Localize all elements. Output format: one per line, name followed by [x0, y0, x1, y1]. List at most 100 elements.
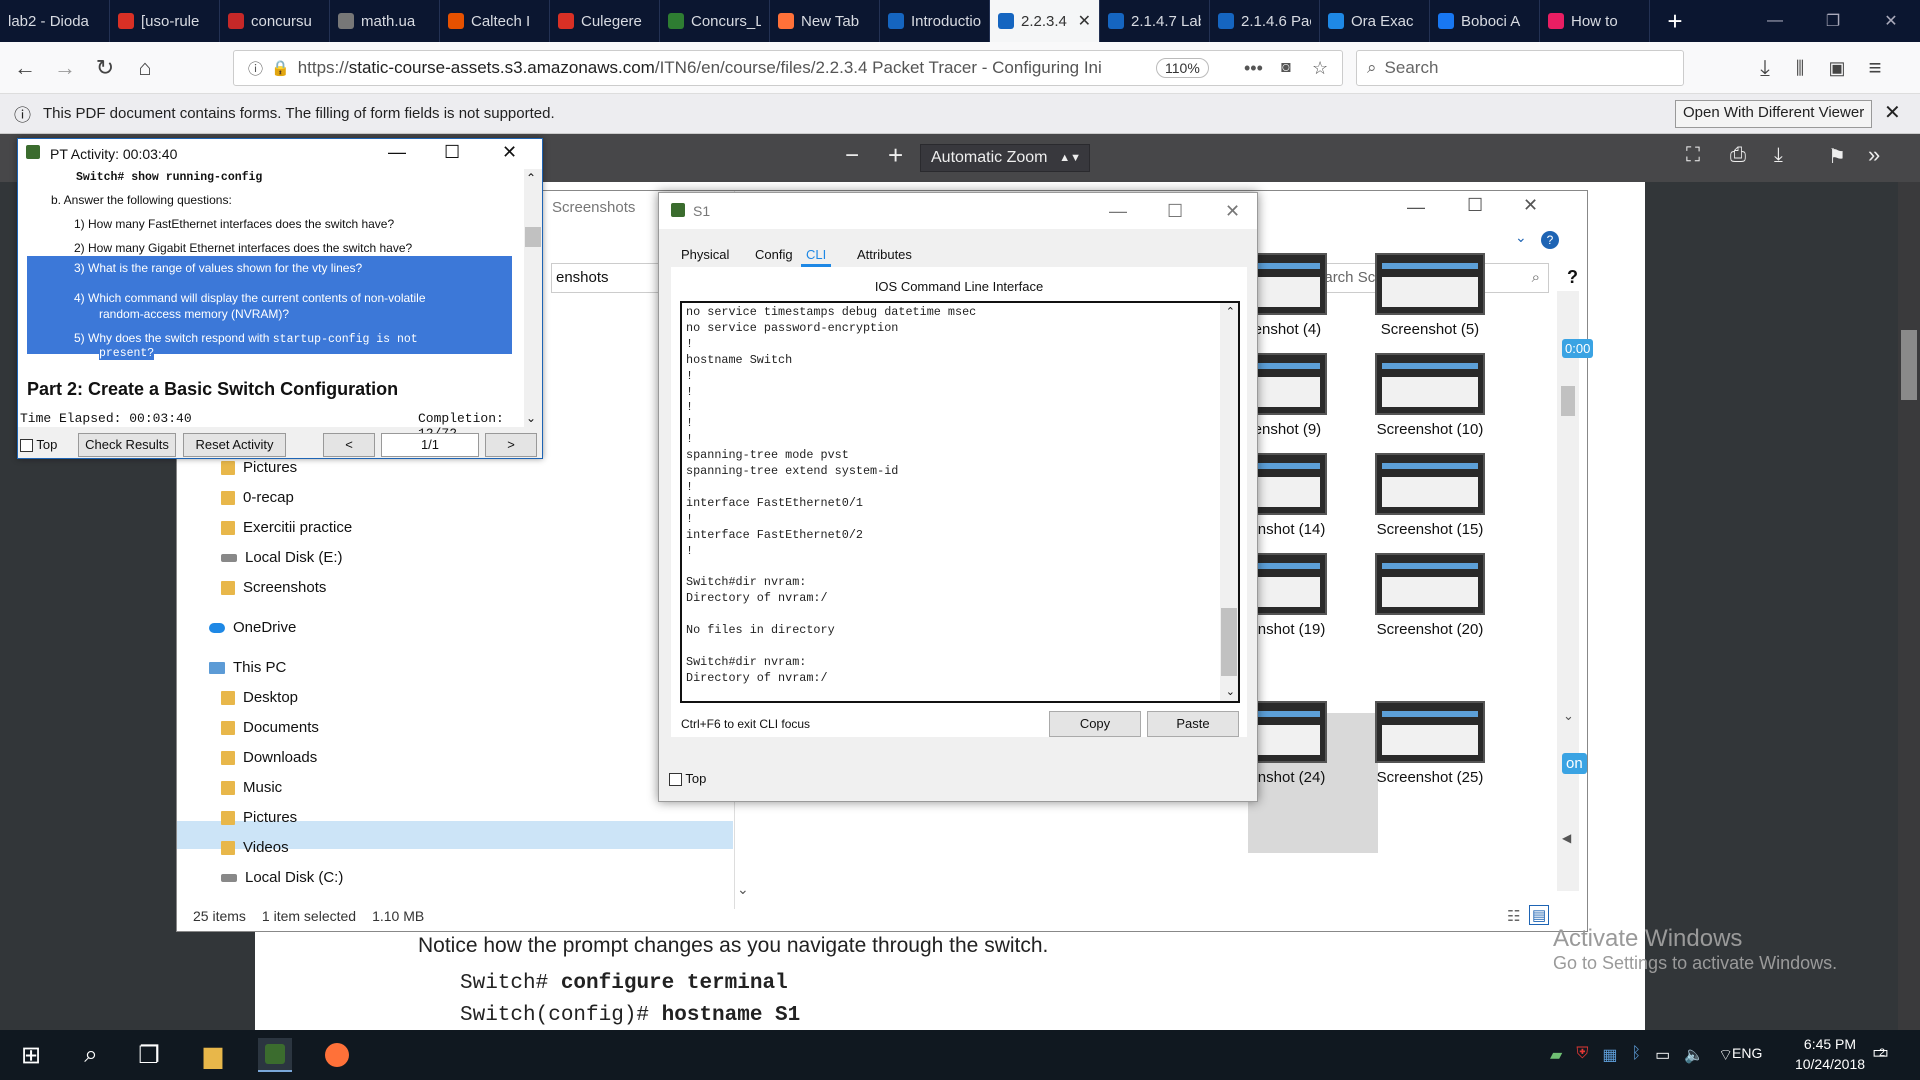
- close-icon[interactable]: ✕: [502, 142, 517, 163]
- help-icon[interactable]: ?: [1567, 267, 1578, 288]
- info-icon[interactable]: ⓘ: [248, 58, 263, 79]
- browser-tab[interactable]: New Tab: [770, 0, 880, 42]
- large-icons-view-icon[interactable]: ▤: [1529, 905, 1550, 925]
- browser-tab[interactable]: Caltech I: [440, 0, 550, 42]
- tab-attributes[interactable]: Attributes: [857, 247, 912, 262]
- thumbnail-item[interactable]: Screenshot (15): [1365, 453, 1495, 538]
- presentation-icon[interactable]: ⛶: [1686, 144, 1700, 167]
- close-icon[interactable]: ✕: [1523, 195, 1538, 216]
- details-view-icon[interactable]: ☷: [1507, 907, 1520, 925]
- top-checkbox[interactable]: Top: [20, 437, 57, 453]
- pocket-icon[interactable]: ◙: [1281, 59, 1291, 77]
- browser-tab[interactable]: Boboci A: [1430, 0, 1540, 42]
- minimize-icon[interactable]: —: [1109, 201, 1127, 222]
- action-center-icon[interactable]: ▭ 2: [1872, 1042, 1889, 1063]
- tray-icon[interactable]: ▰: [1550, 1045, 1562, 1065]
- thumbnail-item[interactable]: Screenshot (10): [1365, 353, 1495, 438]
- pdf-scrollbar-thumb[interactable]: [1901, 330, 1917, 400]
- top-checkbox[interactable]: Top: [669, 771, 706, 787]
- reset-activity-button[interactable]: Reset Activity: [183, 433, 286, 457]
- network-adapter-icon[interactable]: ▦: [1602, 1045, 1617, 1065]
- zoom-level-badge[interactable]: 110%: [1156, 58, 1209, 78]
- scroll-up-icon[interactable]: ⌃: [526, 171, 536, 185]
- battery-icon[interactable]: ▭: [1655, 1045, 1670, 1065]
- restore-icon[interactable]: ❐: [1804, 0, 1862, 42]
- tab-cli[interactable]: CLI: [801, 247, 832, 267]
- minimize-icon[interactable]: —: [1746, 0, 1804, 42]
- volume-icon[interactable]: 🔈: [1684, 1045, 1704, 1065]
- pdf-scrollbar[interactable]: [1898, 182, 1920, 1030]
- start-icon[interactable]: ⊞: [14, 1038, 48, 1072]
- help-icon[interactable]: ?: [1541, 231, 1559, 249]
- packet-tracer-icon[interactable]: [258, 1038, 292, 1072]
- maximize-icon[interactable]: ☐: [444, 142, 460, 163]
- scroll-down-icon[interactable]: ⌄: [737, 881, 749, 898]
- reload-icon[interactable]: ↻: [90, 54, 120, 82]
- previous-page-button[interactable]: <: [323, 433, 375, 457]
- back-icon[interactable]: ←: [10, 54, 40, 82]
- tree-item[interactable]: Local Disk (E:): [221, 549, 343, 566]
- browser-tab[interactable]: [uso-rule: [110, 0, 220, 42]
- clock[interactable]: 6:45 PM 10/24/2018: [1790, 1034, 1870, 1074]
- zoom-select[interactable]: Automatic Zoom ▲▼: [920, 144, 1090, 172]
- copy-button[interactable]: Copy: [1049, 711, 1141, 737]
- cli-scrollbar-thumb[interactable]: [1221, 608, 1237, 676]
- bookmark-icon[interactable]: ⚑: [1828, 144, 1846, 169]
- instructions-scrollbar[interactable]: [524, 169, 542, 427]
- minimize-icon[interactable]: —: [1407, 197, 1425, 218]
- checkbox-box[interactable]: [669, 773, 682, 787]
- tree-item[interactable]: Pictures: [221, 459, 297, 476]
- close-icon[interactable]: ✕: [1862, 0, 1920, 42]
- page-actions-icon[interactable]: •••: [1244, 58, 1263, 79]
- forward-icon[interactable]: →: [50, 54, 80, 82]
- browser-tab[interactable]: Ora Exac: [1320, 0, 1430, 42]
- browser-tab[interactable]: lab2 - Dioda: [0, 0, 110, 42]
- tree-item[interactable]: Screenshots: [221, 579, 326, 596]
- paste-button[interactable]: Paste: [1147, 711, 1239, 737]
- content-scrollbar-thumb[interactable]: [1561, 386, 1575, 416]
- browser-tab[interactable]: Introduction: [880, 0, 990, 42]
- next-page-button[interactable]: >: [485, 433, 537, 457]
- home-icon[interactable]: ⌂: [130, 54, 160, 82]
- check-results-button[interactable]: Check Results: [78, 433, 176, 457]
- maximize-icon[interactable]: ☐: [1467, 195, 1483, 216]
- close-icon[interactable]: ✕: [1225, 201, 1240, 222]
- browser-tab[interactable]: Culegere: [550, 0, 660, 42]
- language-indicator[interactable]: ENG: [1732, 1045, 1762, 1061]
- thumbnail-item[interactable]: Screenshot (20): [1365, 553, 1495, 638]
- close-tab-icon[interactable]: ✕: [1078, 11, 1091, 31]
- new-tab-icon[interactable]: +: [1650, 0, 1700, 42]
- tree-item[interactable]: Videos: [221, 839, 289, 856]
- tree-item[interactable]: This PC: [209, 659, 286, 676]
- search-icon[interactable]: ⌕: [74, 1038, 108, 1072]
- security-icon[interactable]: ⛨: [1576, 1045, 1588, 1065]
- downloads-icon[interactable]: ⤓: [1750, 54, 1780, 82]
- cli-terminal[interactable]: no service timestamps debug datetime mse…: [680, 301, 1240, 703]
- zoom-out-icon[interactable]: −: [845, 142, 859, 170]
- browser-tab[interactable]: math.ua: [330, 0, 440, 42]
- browser-tab[interactable]: 2.2.3.4 Pa ✕: [990, 0, 1100, 42]
- content-scrollbar[interactable]: [1557, 291, 1579, 891]
- tree-item[interactable]: Exercitii practice: [221, 519, 352, 536]
- sidebar-icon[interactable]: ▣: [1822, 54, 1852, 82]
- open-different-viewer-button[interactable]: Open With Different Viewer: [1675, 100, 1873, 128]
- expand-ribbon-icon[interactable]: ⌄: [1515, 229, 1527, 246]
- tree-item[interactable]: Downloads: [221, 749, 317, 766]
- tree-item[interactable]: 0-recap: [221, 489, 294, 506]
- close-icon[interactable]: ✕: [1884, 100, 1901, 125]
- firefox-icon[interactable]: [320, 1038, 354, 1072]
- tools-icon[interactable]: »: [1868, 142, 1880, 168]
- scroll-down-icon[interactable]: ⌄: [1226, 685, 1235, 698]
- minimize-icon[interactable]: —: [388, 142, 406, 163]
- browser-tab[interactable]: 2.1.4.7 Lab: [1100, 0, 1210, 42]
- library-icon[interactable]: ⫼: [1785, 54, 1815, 82]
- browser-tab[interactable]: concursu: [220, 0, 330, 42]
- maximize-icon[interactable]: ☐: [1167, 201, 1183, 222]
- tree-item[interactable]: Music: [221, 779, 282, 796]
- tree-item[interactable]: Pictures: [221, 809, 297, 826]
- zoom-in-icon[interactable]: +: [888, 140, 903, 171]
- tab-physical[interactable]: Physical: [681, 247, 729, 262]
- browser-tab[interactable]: How to: [1540, 0, 1650, 42]
- task-view-icon[interactable]: ❐: [132, 1038, 166, 1072]
- tree-item[interactable]: OneDrive: [209, 619, 296, 636]
